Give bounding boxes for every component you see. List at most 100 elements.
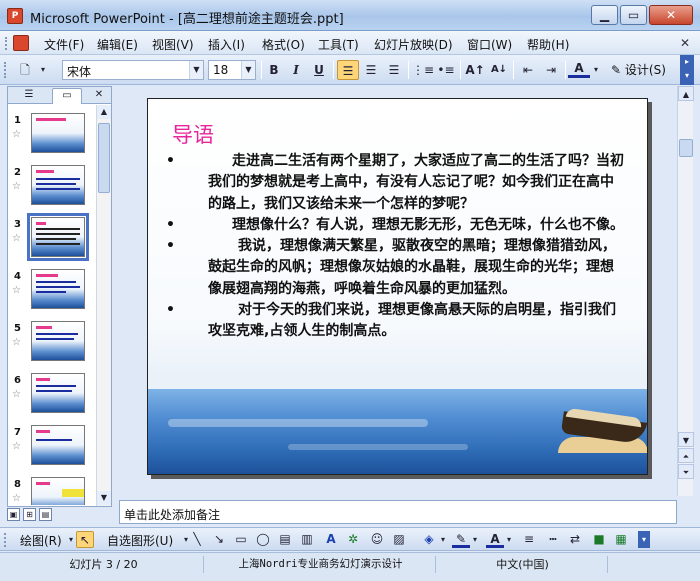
next-slide-icon[interactable]: ⏷ xyxy=(678,464,694,479)
line-color-icon[interactable]: ✎ xyxy=(452,531,470,548)
scroll-up-icon[interactable]: ▲ xyxy=(97,105,111,119)
align-left-icon[interactable]: ☰ xyxy=(337,60,359,80)
slide-thumb-3[interactable]: 3 ☆ xyxy=(8,213,96,267)
font-name-combo[interactable]: 宋体 ▼ xyxy=(62,60,204,80)
increase-font-icon[interactable]: A↑ xyxy=(464,60,486,80)
toolbar-options-icon[interactable]: ▸ ▾ xyxy=(680,55,694,85)
slide-thumb-1[interactable]: 1 ☆ xyxy=(8,111,96,163)
arrow-icon[interactable]: ↘ xyxy=(210,531,228,548)
clipart-icon[interactable]: ☺ xyxy=(368,531,386,548)
current-slide[interactable]: 导语 • 走进高二生活有两个星期了，大家适应了高二的生活了吗？当初我们的梦想就是… xyxy=(147,98,648,475)
design-button[interactable]: ✎ 设计(S) xyxy=(611,60,679,80)
normal-view-icon[interactable]: ▣ xyxy=(7,508,20,521)
fill-color-icon[interactable]: ◈ xyxy=(420,531,438,548)
textbox-icon[interactable]: ▤ xyxy=(276,531,294,548)
slide-thumb-2[interactable]: 2 ☆ xyxy=(8,163,96,215)
slides-tab-icon[interactable]: ▭ xyxy=(52,88,82,104)
font-color-icon[interactable]: A xyxy=(568,60,590,78)
font-color-dropdown-icon[interactable]: ▾ xyxy=(504,531,514,548)
slide-thumbnail[interactable] xyxy=(31,477,85,505)
slide-thumb-6[interactable]: 6 ☆ xyxy=(8,371,96,423)
menu-format[interactable]: 格式(O) xyxy=(262,36,305,53)
close-button[interactable]: ✕ xyxy=(649,5,693,25)
align-right-icon[interactable]: ☰ xyxy=(383,60,405,80)
menu-tools[interactable]: 工具(T) xyxy=(318,36,359,53)
slide-thumbnail[interactable] xyxy=(31,373,85,413)
slideshow-icon[interactable]: ▤ xyxy=(39,508,52,521)
thumbnails-scrollbar[interactable]: ▲ ▼ xyxy=(96,105,111,506)
slide-thumbnail[interactable] xyxy=(31,321,85,361)
bullets-icon[interactable]: •≡ xyxy=(435,60,457,80)
vertical-textbox-icon[interactable]: ▥ xyxy=(298,531,316,548)
slide-thumbnail[interactable] xyxy=(31,425,85,465)
chevron-down-icon[interactable]: ▼ xyxy=(189,61,203,79)
slide-sorter-icon[interactable]: ⊞ xyxy=(23,508,36,521)
scroll-thumb[interactable] xyxy=(679,139,693,157)
wordart-icon[interactable]: A xyxy=(322,531,340,548)
slide-thumb-5[interactable]: 5 ☆ xyxy=(8,319,96,371)
numbering-icon[interactable]: ⋮≡ xyxy=(412,60,434,80)
document-icon[interactable] xyxy=(13,35,29,51)
panel-close-icon[interactable]: ✕ xyxy=(92,88,106,104)
diagram-icon[interactable]: ✲ xyxy=(344,531,362,548)
notes-pane[interactable]: 单击此处添加备注 xyxy=(119,500,677,524)
menu-insert[interactable]: 插入(I) xyxy=(208,36,245,53)
design-template-status[interactable]: 上海Nordri专业商务幻灯演示设计 xyxy=(206,556,436,573)
menu-help[interactable]: 帮助(H) xyxy=(527,36,569,53)
new-dropdown-icon[interactable]: ▾ xyxy=(36,60,50,80)
toolbar-grip[interactable] xyxy=(4,533,12,547)
slide-thumbnail-selected[interactable] xyxy=(27,213,89,261)
3d-style-icon[interactable]: ▦ xyxy=(612,531,630,548)
autoshapes-menu[interactable]: 自选图形(U) xyxy=(107,532,173,549)
previous-slide-icon[interactable]: ⏶ xyxy=(678,448,694,463)
new-document-icon[interactable]: 🗋 xyxy=(14,60,36,80)
line-color-dropdown-icon[interactable]: ▾ xyxy=(470,531,480,548)
line-style-icon[interactable]: ≡ xyxy=(520,531,538,548)
arrow-style-icon[interactable]: ⇄ xyxy=(566,531,584,548)
menu-edit[interactable]: 编辑(E) xyxy=(97,36,138,53)
underline-button[interactable]: U xyxy=(308,60,330,80)
line-icon[interactable]: ╲ xyxy=(188,531,206,548)
slide-thumbnail[interactable] xyxy=(31,113,85,153)
draw-menu[interactable]: 绘图(R) xyxy=(20,532,62,549)
slide-title[interactable]: 导语 xyxy=(172,119,214,149)
maximize-button[interactable]: ▭ xyxy=(620,5,647,25)
dash-style-icon[interactable]: ┅ xyxy=(544,531,562,548)
menu-file[interactable]: 文件(F) xyxy=(44,36,84,53)
font-size-combo[interactable]: 18 ▼ xyxy=(208,60,256,80)
scroll-down-icon[interactable]: ▼ xyxy=(97,491,111,505)
chevron-down-icon[interactable]: ▼ xyxy=(241,61,255,79)
menu-grip[interactable] xyxy=(5,37,8,50)
slide-thumbnail[interactable] xyxy=(31,269,85,309)
menu-slideshow[interactable]: 幻灯片放映(D) xyxy=(374,36,453,53)
menu-view[interactable]: 视图(V) xyxy=(152,36,194,53)
align-center-icon[interactable]: ☰ xyxy=(360,60,382,80)
fill-dropdown-icon[interactable]: ▾ xyxy=(438,531,448,548)
slide-thumb-4[interactable]: 4 ☆ xyxy=(8,267,96,319)
shadow-icon[interactable]: ■ xyxy=(590,531,608,548)
decrease-indent-icon[interactable]: ⇤ xyxy=(517,60,539,80)
rectangle-icon[interactable]: ▭ xyxy=(232,531,250,548)
scroll-up-icon[interactable]: ▲ xyxy=(678,86,694,101)
slide-body-text[interactable]: • 走进高二生活有两个星期了，大家适应了高二的生活了吗？当初我们的梦想就是考上高… xyxy=(166,151,626,343)
outline-tab-icon[interactable]: ☰ xyxy=(14,88,44,104)
toolbar-options-icon[interactable]: ▾ xyxy=(638,531,650,548)
slide-thumb-8[interactable]: 8 ☆ xyxy=(8,475,96,505)
decrease-font-icon[interactable]: A↓ xyxy=(488,60,510,80)
doc-close-icon[interactable]: ✕ xyxy=(680,36,690,50)
draw-dropdown-icon[interactable]: ▾ xyxy=(66,531,76,548)
italic-button[interactable]: I xyxy=(285,60,307,80)
minimize-button[interactable]: ▁ xyxy=(591,5,618,25)
scroll-thumb[interactable] xyxy=(98,123,110,193)
scroll-down-icon[interactable]: ▼ xyxy=(678,432,694,447)
font-color-dropdown-icon[interactable]: ▾ xyxy=(590,60,602,80)
select-pointer-icon[interactable]: ↖ xyxy=(76,531,94,548)
slide-thumbnail[interactable] xyxy=(31,165,85,205)
oval-icon[interactable]: ◯ xyxy=(254,531,272,548)
slide-thumb-7[interactable]: 7 ☆ xyxy=(8,423,96,475)
font-color-icon[interactable]: A xyxy=(486,531,504,548)
picture-icon[interactable]: ▨ xyxy=(390,531,408,548)
bold-button[interactable]: B xyxy=(263,60,285,80)
increase-indent-icon[interactable]: ⇥ xyxy=(540,60,562,80)
powerpoint-app-icon[interactable]: P xyxy=(7,8,23,24)
